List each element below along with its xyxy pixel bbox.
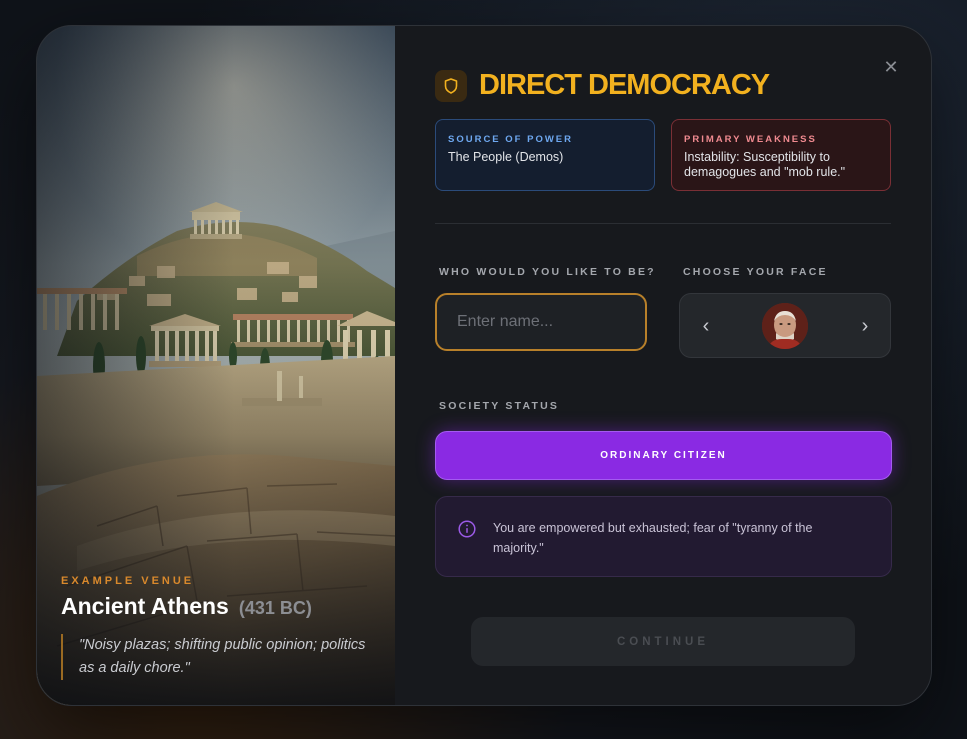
section-divider bbox=[435, 223, 891, 224]
government-details-panel: ✕ DIRECT DEMOCRACY SOURCE OF POWER The P… bbox=[395, 26, 931, 705]
government-selection-modal: EXAMPLE VENUE Ancient Athens (431 BC) "N… bbox=[36, 25, 932, 706]
venue-image-panel: EXAMPLE VENUE Ancient Athens (431 BC) "N… bbox=[37, 26, 395, 705]
venue-quote: "Noisy plazas; shifting public opinion; … bbox=[61, 634, 381, 680]
venue-name: Ancient Athens bbox=[61, 593, 229, 619]
close-icon[interactable]: ✕ bbox=[881, 57, 901, 77]
source-of-power-label: SOURCE OF POWER bbox=[448, 134, 574, 145]
venue-year: (431 BC) bbox=[238, 598, 312, 618]
chevron-left-icon[interactable]: ‹ bbox=[694, 314, 718, 338]
source-of-power-card: SOURCE OF POWER The People (Demos) bbox=[435, 119, 655, 191]
status-description: You are empowered but exhausted; fear of… bbox=[435, 496, 892, 577]
avatar-portrait bbox=[762, 303, 808, 349]
name-field-label: WHO WOULD YOU LIKE TO BE? bbox=[439, 266, 656, 278]
avatar bbox=[762, 303, 808, 349]
source-of-power-text: The People (Demos) bbox=[448, 150, 564, 164]
chevron-right-icon[interactable]: › bbox=[853, 314, 877, 338]
name-input[interactable] bbox=[435, 293, 647, 351]
face-picker-label: CHOOSE YOUR FACE bbox=[683, 266, 828, 278]
primary-weakness-card: PRIMARY WEAKNESS Instability: Susceptibi… bbox=[671, 119, 891, 191]
info-icon bbox=[458, 520, 476, 538]
venue-eyebrow: EXAMPLE VENUE bbox=[61, 575, 195, 587]
government-title-row: DIRECT DEMOCRACY bbox=[435, 69, 770, 102]
venue-caption: EXAMPLE VENUE Ancient Athens (431 BC) "N… bbox=[61, 575, 381, 680]
government-badge bbox=[435, 69, 467, 102]
continue-button[interactable]: CONTINUE bbox=[471, 617, 855, 666]
primary-weakness-label: PRIMARY WEAKNESS bbox=[684, 134, 817, 145]
government-title: DIRECT DEMOCRACY bbox=[479, 69, 770, 101]
society-status-label: SOCIETY STATUS bbox=[439, 400, 560, 412]
shield-icon bbox=[444, 77, 458, 94]
face-picker: ‹ › bbox=[679, 293, 891, 358]
venue-title-row: Ancient Athens (431 BC) bbox=[61, 593, 381, 620]
primary-weakness-text: Instability: Susceptibility to demagogue… bbox=[684, 150, 846, 179]
status-description-text: You are empowered but exhausted; fear of… bbox=[493, 521, 813, 555]
society-status-button[interactable]: ORDINARY CITIZEN bbox=[435, 431, 892, 480]
